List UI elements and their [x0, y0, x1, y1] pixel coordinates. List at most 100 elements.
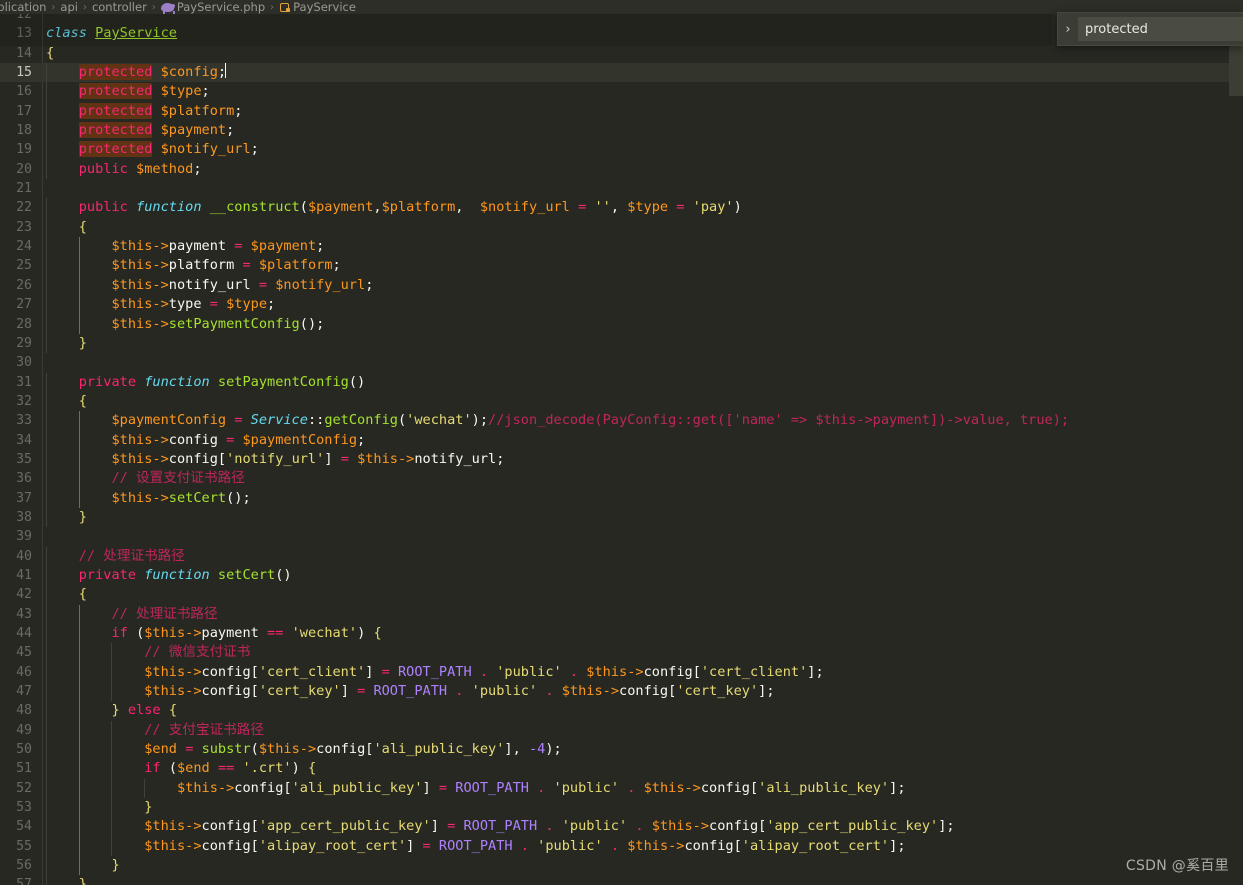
find-input[interactable]	[1085, 21, 1243, 37]
line-number: 46	[16, 664, 32, 680]
code-line[interactable]: 28 $this->setPaymentConfig();	[0, 314, 1243, 334]
code-line[interactable]: 40 // 处理证书路径	[0, 546, 1243, 566]
code-line[interactable]: 42 {	[0, 585, 1243, 605]
code-line[interactable]: 31 private function setPaymentConfig()	[0, 372, 1243, 392]
code-line[interactable]: 55 $this->config['alipay_root_cert'] = R…	[0, 836, 1243, 857]
code-line[interactable]: 48 } else {	[0, 701, 1243, 721]
code-line[interactable]: 52 $this->config['ali_public_key'] = ROO…	[0, 778, 1243, 799]
line-number: 54	[16, 819, 32, 835]
code-line[interactable]: 34 $this->config = $paymentConfig;	[0, 430, 1243, 450]
line-number: 31	[16, 374, 32, 390]
code-line[interactable]: 45 // 微信支付证书	[0, 643, 1243, 663]
chevron-right-icon[interactable]: ›	[1058, 13, 1078, 45]
code-line[interactable]: 54 $this->config['app_cert_public_key'] …	[0, 817, 1243, 837]
code-text: // 处理证书路径	[78, 547, 185, 564]
breadcrumb-separator: ›	[82, 1, 87, 13]
code-text: {	[78, 218, 87, 235]
code-line[interactable]: 16 protected $type;	[0, 82, 1243, 102]
breadcrumb-separator: ›	[270, 1, 275, 13]
code-line[interactable]: 25 $this->platform = $platform;	[0, 256, 1243, 276]
line-number: 36	[16, 471, 32, 487]
code-line[interactable]: 14 {	[0, 44, 1243, 63]
code-text: $this->config['app_cert_public_key'] = R…	[144, 818, 955, 835]
code-text: $this->config['notify_url'] = $this->not…	[111, 450, 505, 467]
editor-scrollbar[interactable]	[1229, 14, 1243, 885]
code-line[interactable]: 24 $this->payment = $payment;	[0, 237, 1243, 257]
code-line[interactable]: 36 // 设置支付证书路径	[0, 469, 1243, 489]
code-text: }	[78, 876, 87, 885]
line-number: 33	[16, 413, 32, 429]
code-text: class PayService	[46, 25, 177, 42]
code-editor[interactable]: 12 13 class PayService 14 {15 protected $con…	[0, 14, 1243, 885]
code-line[interactable]: 29 }	[0, 333, 1243, 354]
code-line[interactable]: 43 // 处理证书路径	[0, 604, 1243, 624]
breadcrumb-item-controller[interactable]: controller	[92, 0, 147, 14]
scrollbar-thumb[interactable]	[1229, 40, 1243, 96]
find-input-wrap[interactable]: Aa ab	[1078, 17, 1243, 41]
code-line[interactable]: 47 $this->config['cert_key'] = ROOT_PATH…	[0, 682, 1243, 702]
breadcrumb-label-api: api	[60, 0, 78, 14]
code-line[interactable]: 15 protected $config;	[0, 63, 1243, 83]
code-text: $this->payment = $payment;	[111, 238, 325, 255]
code-text: protected $notify_url;	[78, 141, 259, 158]
code-line[interactable]: 35 $this->config['notify_url'] = $this->…	[0, 449, 1243, 470]
watermark: CSDN @奚百里	[1125, 858, 1229, 874]
code-text: private function setCert()	[78, 566, 292, 583]
find-widget[interactable]: › Aa ab	[1057, 12, 1243, 46]
line-number: 23	[16, 219, 32, 235]
code-text: $this->config['ali_public_key'] = ROOT_P…	[177, 779, 906, 796]
code-line[interactable]: 22 public function __construct($payment,…	[0, 198, 1243, 218]
code-line[interactable]: 26 $this->notify_url = $notify_url;	[0, 275, 1243, 296]
code-line[interactable]: 21	[0, 179, 1243, 198]
code-line[interactable]: 50 $end = substr($this->config['ali_publ…	[0, 740, 1243, 760]
breadcrumb-separator: ›	[51, 1, 56, 13]
code-line[interactable]: 53 }	[0, 798, 1243, 818]
code-line[interactable]: 51 if ($end == '.crt') {	[0, 759, 1243, 779]
code-text: $this->config = $paymentConfig;	[111, 431, 366, 448]
code-text: // 处理证书路径	[111, 605, 218, 622]
line-number: 34	[16, 432, 32, 448]
line-number: 25	[16, 258, 32, 274]
code-line[interactable]: 18 protected $payment;	[0, 121, 1243, 141]
code-line[interactable]: 57 }	[0, 875, 1243, 885]
code-line[interactable]: 27 $this->type = $type;	[0, 295, 1243, 315]
breadcrumb-separator: ›	[151, 1, 156, 13]
code-text: $this->config['cert_key'] = ROOT_PATH . …	[144, 683, 775, 700]
breadcrumb-item-api[interactable]: api	[60, 0, 78, 14]
code-line[interactable]: 33 $paymentConfig = Service::getConfig('…	[0, 411, 1243, 431]
code-text: $this->config['alipay_root_cert'] = ROOT…	[144, 837, 906, 854]
breadcrumb-item-file[interactable]: PayService.php	[160, 0, 265, 14]
code-line[interactable]: 19 protected $notify_url;	[0, 140, 1243, 160]
line-number: 30	[16, 355, 32, 371]
breadcrumb-item-application[interactable]: pplication	[0, 0, 46, 14]
code-line[interactable]: 17 protected $platform;	[0, 101, 1243, 122]
code-line[interactable]: 46 $this->config['cert_client'] = ROOT_P…	[0, 662, 1243, 683]
code-line[interactable]: 56 }	[0, 856, 1243, 876]
code-line[interactable]: 49 // 支付宝证书路径	[0, 720, 1243, 741]
code-line[interactable]: 38 }	[0, 507, 1243, 528]
code-text: protected $type;	[78, 83, 210, 100]
code-text: if ($this->payment == 'wechat') {	[111, 625, 382, 641]
line-number: 52	[16, 780, 32, 796]
code-text: $this->setCert();	[111, 489, 251, 506]
code-line[interactable]: 30	[0, 353, 1243, 372]
line-number: 32	[16, 393, 32, 409]
line-number: 57	[16, 877, 32, 885]
code-text: protected $config;	[78, 63, 227, 81]
code-line[interactable]: 37 $this->setCert();	[0, 488, 1243, 508]
line-number: 24	[16, 239, 32, 255]
breadcrumb-label-symbol: PayService	[293, 0, 356, 14]
line-number: 21	[16, 181, 32, 197]
code-line[interactable]: 23 {	[0, 217, 1243, 238]
breadcrumb-item-symbol[interactable]: PayService	[279, 0, 356, 14]
code-line[interactable]: 39	[0, 527, 1243, 546]
code-text: }	[78, 508, 87, 525]
line-number: 37	[16, 490, 32, 506]
line-number: 14	[16, 45, 32, 61]
code-lines[interactable]: 12 13 class PayService 14 {15 protected $con…	[0, 14, 1243, 885]
code-text: {	[78, 392, 87, 409]
code-line[interactable]: 44 if ($this->payment == 'wechat') {	[0, 624, 1243, 644]
code-line[interactable]: 32 {	[0, 391, 1243, 412]
code-line[interactable]: 41 private function setCert()	[0, 565, 1243, 586]
code-line[interactable]: 20 public $method;	[0, 159, 1243, 180]
